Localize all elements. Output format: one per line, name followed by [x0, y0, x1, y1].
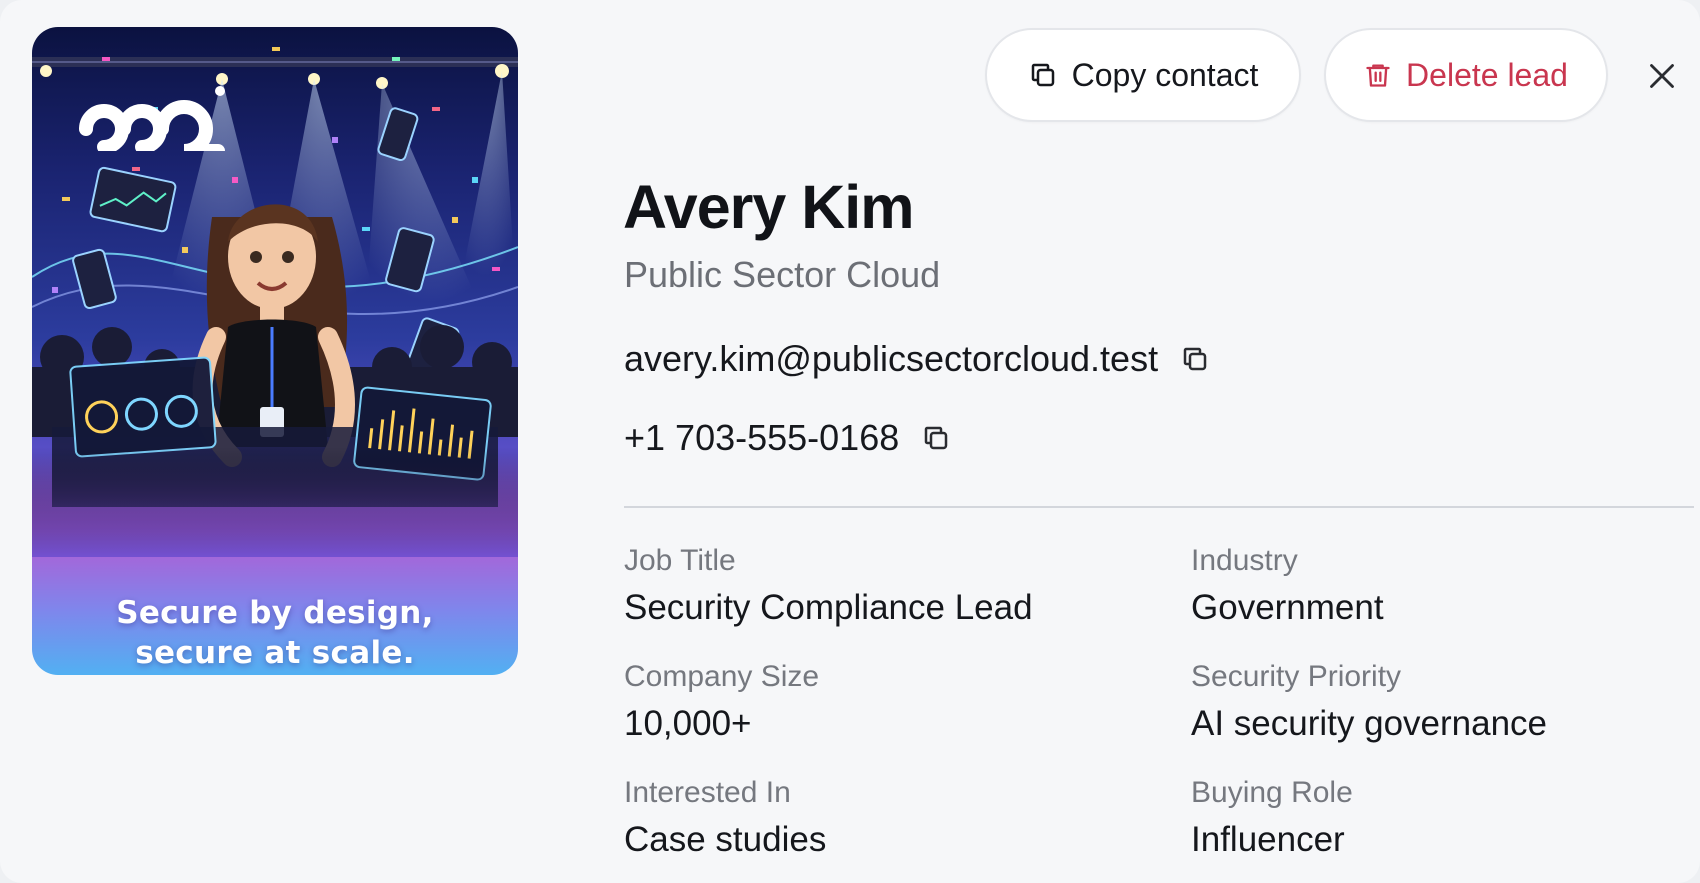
copy-icon — [925, 426, 948, 450]
lead-detail-panel: Secure by design, secure at scale. Copy … — [0, 0, 1700, 883]
field-value: Influencer — [1191, 820, 1345, 859]
field-label: Job Title — [624, 544, 736, 577]
copy-contact-label: Copy contact — [1071, 56, 1259, 93]
field-label: Industry — [1191, 544, 1298, 577]
phone-row: +1 703-555-0168 — [624, 417, 951, 459]
brand-logo-icon — [76, 85, 226, 158]
copy-contact-button[interactable]: Copy contact — [985, 28, 1301, 122]
promo-tagline: Secure by design, secure at scale. — [32, 593, 518, 673]
field-label: Interested In — [624, 776, 791, 809]
field-company-size: Company Size 10,000+ — [624, 660, 819, 744]
section-divider — [624, 506, 1694, 508]
field-label: Company Size — [624, 660, 820, 693]
field-label: Buying Role — [1191, 776, 1353, 809]
promo-card: Secure by design, secure at scale. — [32, 27, 518, 675]
email-row: avery.kim@publicsectorcloud.test — [624, 338, 1210, 380]
trash-icon — [1366, 64, 1390, 87]
field-job-title: Job Title Security Compliance Lead — [624, 544, 1033, 628]
field-interested-in: Interested In Case studies — [624, 776, 826, 860]
copy-email-button[interactable] — [1180, 344, 1210, 374]
tagline-line-1: Secure by design, — [116, 595, 434, 631]
contact-phone[interactable]: +1 703-555-0168 — [624, 417, 899, 459]
contact-email[interactable]: avery.kim@publicsectorcloud.test — [624, 338, 1158, 380]
close-icon — [1650, 64, 1674, 88]
field-value: AI security governance — [1191, 704, 1548, 743]
field-buying-role: Buying Role Influencer — [1191, 776, 1353, 860]
tagline-line-2: secure at scale. — [135, 635, 415, 671]
field-value: 10,000+ — [624, 704, 752, 743]
delete-lead-button[interactable]: Delete lead — [1324, 28, 1608, 122]
field-value: Case studies — [624, 820, 827, 859]
field-security-priority: Security Priority AI security governance — [1191, 660, 1547, 744]
delete-lead-label: Delete lead — [1406, 56, 1568, 93]
close-button[interactable] — [1640, 54, 1684, 98]
field-value: Security Compliance Lead — [624, 588, 1033, 627]
contact-company: Public Sector Cloud — [624, 254, 941, 295]
field-label: Security Priority — [1191, 660, 1402, 693]
copy-icon — [1031, 63, 1054, 87]
copy-phone-button[interactable] — [921, 423, 951, 453]
field-industry: Industry Government — [1191, 544, 1384, 628]
field-value: Government — [1191, 588, 1384, 627]
copy-icon — [1183, 347, 1207, 371]
contact-name: Avery Kim — [623, 173, 914, 241]
